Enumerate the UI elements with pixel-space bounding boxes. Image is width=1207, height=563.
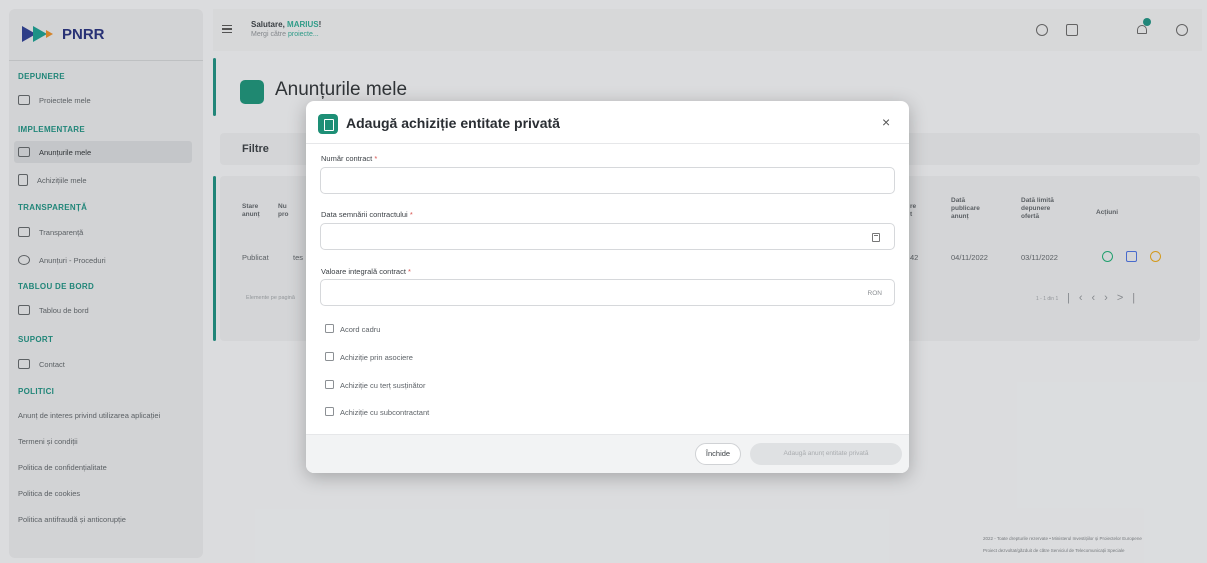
checkbox-label: Achiziție cu subcontractant [340, 408, 430, 417]
label-text: Număr contract [321, 154, 373, 163]
checkbox-acord-cadru[interactable] [325, 324, 334, 333]
sign-date-label: Data semnării contractului * [321, 210, 413, 219]
label-text: Valoare integrală contract [321, 267, 406, 276]
checkbox-label: Achiziție prin asociere [340, 353, 413, 362]
total-value-input[interactable]: RON [320, 279, 895, 306]
page: PNRR DEPUNERE Proiectele mele IMPLEMENTA… [0, 0, 1207, 563]
close-button[interactable]: Închide [695, 443, 741, 465]
modal-footer: Închide Adaugă anunț entitate privată [306, 434, 909, 473]
currency-suffix: RON [867, 290, 882, 297]
add-private-acquisition-modal: Adaugă achiziție entitate privată × Numă… [306, 101, 909, 473]
calendar-icon[interactable] [872, 233, 880, 242]
add-announcement-button[interactable]: Adaugă anunț entitate privată [750, 443, 902, 465]
modal-header-divider [306, 143, 909, 144]
required-marker: * [409, 210, 413, 219]
modal-title: Adaugă achiziție entitate privată [346, 115, 560, 131]
checkbox-label: Acord cadru [340, 325, 381, 334]
close-icon[interactable]: × [882, 114, 890, 130]
contract-number-label: Număr contract * [321, 154, 377, 163]
sign-date-input[interactable] [320, 223, 895, 250]
required-marker: * [408, 267, 411, 276]
required-marker: * [374, 154, 378, 163]
acquisition-icon [318, 114, 338, 134]
label-text: Data semnării contractului [321, 210, 408, 219]
contract-number-input[interactable] [320, 167, 895, 194]
checkbox-asociere[interactable] [325, 352, 334, 361]
checkbox-subcontractant[interactable] [325, 407, 334, 416]
checkbox-tert-sustinator[interactable] [325, 380, 334, 389]
checkbox-label: Achiziție cu terț susținător [340, 381, 426, 390]
total-value-label: Valoare integrală contract * [321, 267, 411, 276]
